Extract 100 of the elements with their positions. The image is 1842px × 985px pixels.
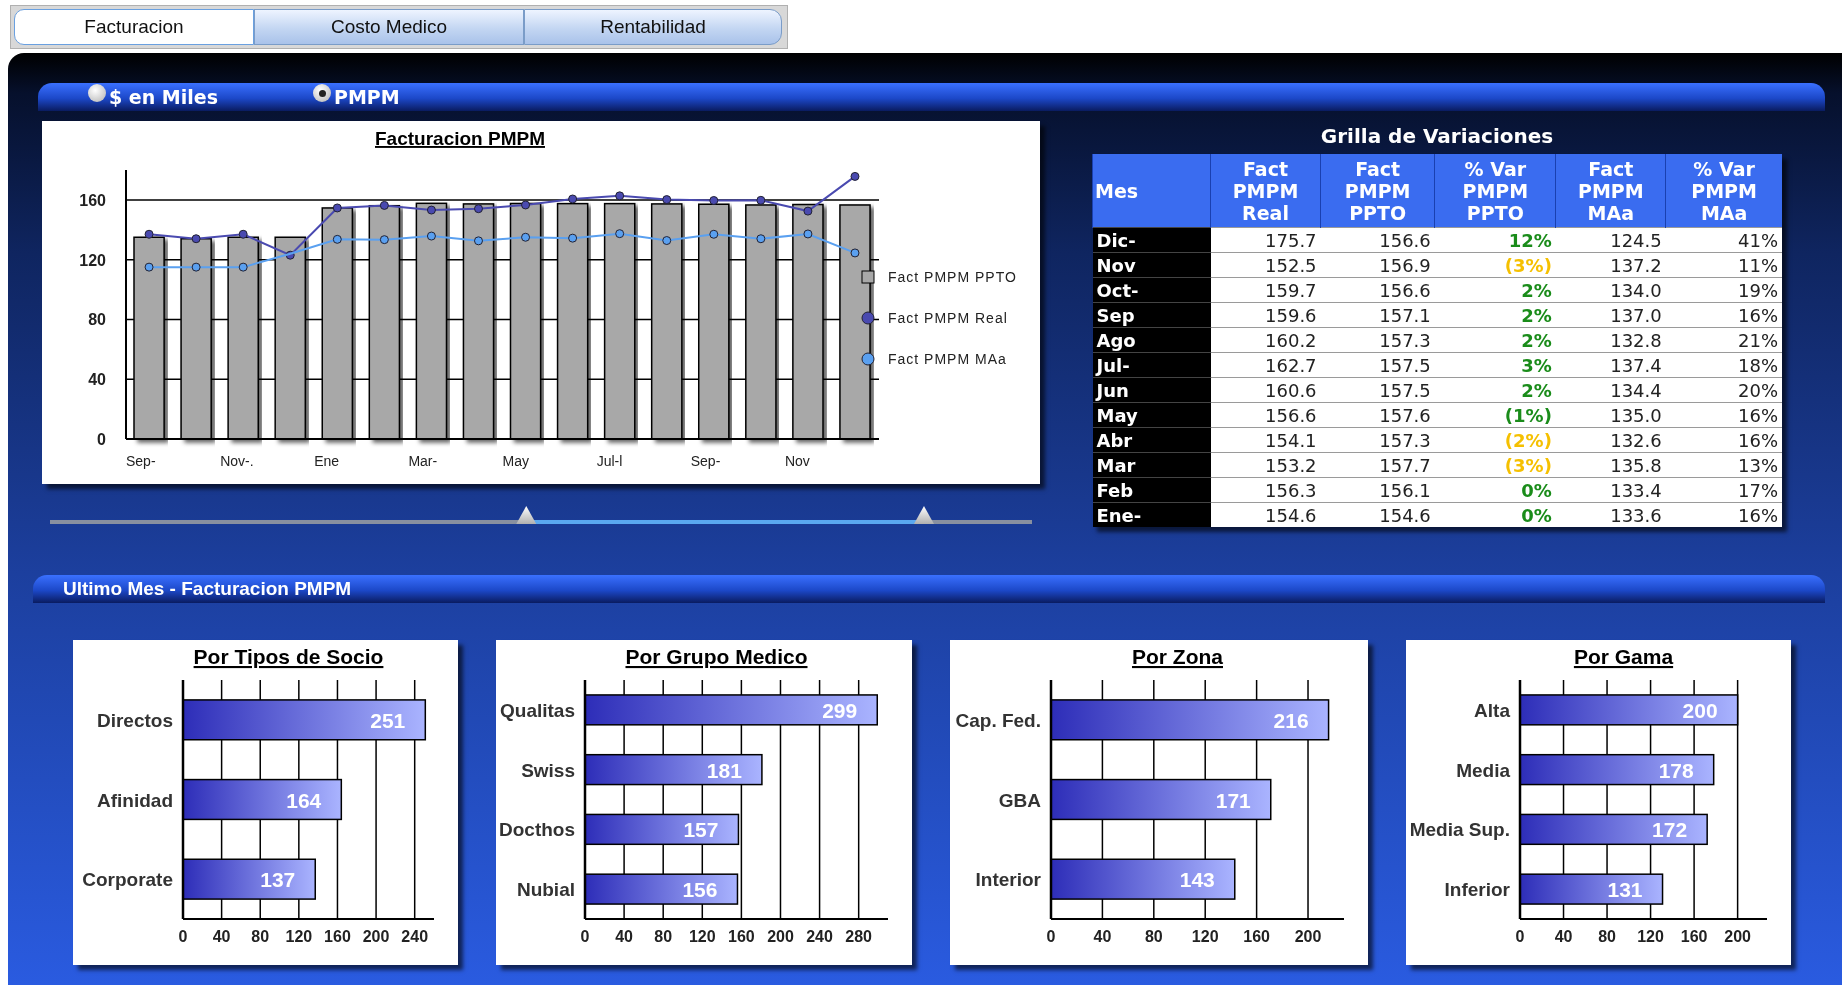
chart-title: Por Gama [1573, 645, 1674, 668]
table-cell: 137.4 [1555, 352, 1666, 378]
table-cell: 156.9 [1320, 252, 1435, 278]
legend-label: Fact PMPM PPTO [888, 269, 1017, 285]
data-point [803, 206, 813, 216]
table-cell: 21% [1665, 327, 1782, 353]
table-cell: 2% [1434, 277, 1556, 303]
data-point [474, 236, 483, 246]
table-cell: 157.6 [1320, 402, 1435, 428]
axis-label: 120 [285, 928, 313, 945]
data-point [709, 196, 719, 205]
axis-label: 80 [251, 928, 270, 945]
value-label: 299 [822, 698, 858, 722]
axis-label: 40 [1093, 928, 1112, 945]
value-label: 178 [1658, 758, 1694, 782]
column-header: % Var PMPM MAa [1665, 154, 1782, 228]
axis-label: 120 [688, 928, 716, 945]
table-cell: 157.1 [1320, 302, 1435, 328]
table-cell: 134.0 [1555, 277, 1666, 303]
row-header: Sep [1092, 302, 1211, 328]
axis-label: 0 [97, 431, 106, 448]
data-point [615, 191, 625, 201]
data-point [332, 234, 342, 244]
table-cell: 159.6 [1210, 302, 1321, 328]
table-cell: 0% [1434, 502, 1556, 527]
table-cell: 132.8 [1555, 327, 1666, 353]
table-cell: 135.0 [1555, 402, 1666, 428]
table-cell: 153.2 [1210, 452, 1321, 478]
axis-label: 80 [1144, 928, 1163, 945]
axis-label: Sep- [690, 453, 721, 469]
value-label: 156 [682, 878, 718, 902]
axis-label: 120 [1191, 928, 1219, 945]
value-label: 216 [1273, 708, 1309, 732]
value-label: 157 [683, 818, 719, 842]
table-cell: 133.4 [1555, 477, 1666, 503]
table-cell: 16% [1665, 402, 1782, 428]
axis-label: Ene [314, 453, 340, 469]
axis-label: 280 [845, 928, 873, 945]
table-cell: (3%) [1434, 252, 1556, 278]
tab[interactable]: Costo Medico [254, 9, 524, 45]
row-header: Feb [1092, 477, 1211, 503]
table-cell: 134.4 [1555, 377, 1666, 403]
category-label: Interior [975, 869, 1041, 891]
axis-label: May [502, 453, 529, 469]
table-cell: 175.7 [1210, 227, 1321, 253]
chart-title: Por Tipos de Socio [193, 645, 384, 668]
column-header: Fact PMPM MAa [1555, 154, 1666, 228]
row-header: Jun [1092, 377, 1211, 403]
legend-label: Fact PMPM Real [888, 310, 1008, 326]
value-label: 131 [1607, 878, 1643, 902]
data-point [615, 229, 625, 239]
table-cell: 16% [1665, 427, 1782, 453]
axis-label: Jul-l [596, 453, 623, 469]
axis-label: 80 [654, 928, 673, 945]
row-header: Jul- [1092, 352, 1211, 378]
data-point [285, 250, 295, 260]
row-header: Oct- [1092, 277, 1211, 303]
axis-label: Sep- [126, 453, 156, 469]
data-point [191, 262, 201, 272]
category-label: GBA [998, 789, 1041, 811]
category-label: Qualitas [500, 699, 575, 721]
table-cell: 13% [1665, 452, 1782, 478]
row-header: Abr [1092, 427, 1211, 453]
value-label: 251 [370, 708, 406, 732]
table-title: Grilla de Variaciones [1319, 123, 1555, 150]
axis-label: 120 [1637, 928, 1664, 945]
tab[interactable]: Facturacion [14, 9, 254, 45]
table-cell: 154.1 [1210, 427, 1321, 453]
axis-label: 40 [615, 928, 633, 945]
axis-label: 0 [178, 928, 188, 945]
category-label: Inferior [1444, 879, 1510, 901]
legend-swatch [861, 270, 875, 284]
axis-label: 80 [1598, 928, 1616, 945]
data-point [238, 262, 248, 272]
radio-option[interactable]: $ en Miles [88, 86, 218, 108]
table-cell: 154.6 [1210, 502, 1321, 527]
axis-label: 200 [767, 928, 794, 945]
category-label: Nubial [516, 879, 575, 901]
axis-label: Mar- [408, 453, 438, 469]
table-cell: 41% [1665, 227, 1782, 253]
table-cell: 156.6 [1320, 277, 1435, 303]
radio-option[interactable]: PMPM [313, 86, 400, 108]
axis-label: 200 [1294, 928, 1322, 945]
axis-label: Nov-. [220, 453, 254, 469]
data-point [144, 229, 154, 239]
data-point [379, 235, 389, 245]
table-cell: 16% [1665, 502, 1782, 527]
data-point [662, 236, 672, 246]
data-point [756, 234, 766, 244]
table-cell: 3% [1434, 352, 1556, 378]
row-header: Dic- [1092, 227, 1211, 253]
data-point [803, 229, 813, 239]
value-label: 181 [706, 758, 742, 782]
value-label: 164 [286, 788, 322, 812]
axis-label: 240 [401, 928, 429, 945]
category-label: Media Sup. [1409, 819, 1510, 841]
row-header: Nov [1092, 252, 1211, 278]
tab[interactable]: Rentabilidad [524, 9, 782, 45]
category-label: Corporate [82, 869, 173, 891]
section-title: Ultimo Mes - Facturacion PMPM [63, 578, 352, 600]
